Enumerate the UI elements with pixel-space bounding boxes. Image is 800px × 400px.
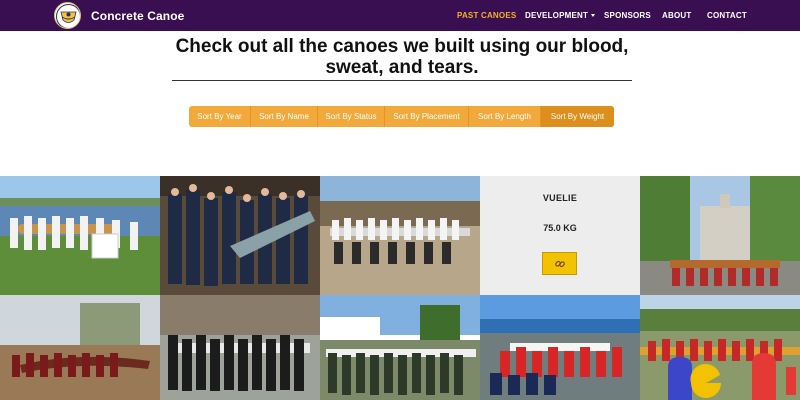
brand-name[interactable]: Concrete Canoe [91, 9, 184, 23]
nav-about[interactable]: ABOUT [662, 11, 691, 20]
canoe-weight: 75.0 KG [543, 223, 577, 233]
canoe-photo-tile[interactable] [160, 295, 320, 400]
nav-sponsors[interactable]: SPONSORS [604, 11, 651, 20]
page-title-line-1: Check out all the canoes we built using … [175, 36, 629, 57]
team-photo-image [0, 295, 160, 400]
team-photo-image [640, 176, 800, 295]
link-icon [555, 260, 565, 268]
sort-by-status-button[interactable]: Sort By Status [318, 106, 385, 127]
nav-contact[interactable]: CONTACT [707, 11, 747, 20]
sort-by-name-button[interactable]: Sort By Name [251, 106, 318, 127]
canoe-photo-tile[interactable] [0, 295, 160, 400]
team-photo-image [320, 176, 480, 295]
team-photo-image [160, 176, 320, 295]
sort-toolbar: Sort By Year Sort By Name Sort By Status… [189, 106, 614, 127]
canoe-link-button[interactable] [542, 252, 577, 275]
team-photo-image [480, 295, 640, 400]
team-photo-image [320, 295, 480, 400]
canoe-photo-tile[interactable] [320, 295, 480, 400]
sort-by-length-button[interactable]: Sort By Length [469, 106, 541, 127]
page-title: Check out all the canoes we built using … [172, 36, 632, 78]
sort-by-placement-button[interactable]: Sort By Placement [385, 106, 469, 127]
team-crest-logo-icon[interactable] [54, 2, 81, 29]
sort-by-weight-button[interactable]: Sort By Weight [541, 106, 614, 127]
top-navbar: Concrete Canoe PAST CANOES DEVELOPMENT S… [0, 0, 800, 31]
canoe-photo-tile[interactable] [160, 176, 320, 295]
nav-past-canoes[interactable]: PAST CANOES [457, 11, 516, 20]
chevron-down-icon [591, 14, 596, 18]
nav-development[interactable]: DEVELOPMENT [525, 11, 596, 20]
canoe-photo-tile[interactable] [0, 176, 160, 295]
team-photo-image [0, 176, 160, 295]
canoe-name: VUELIE [542, 193, 578, 203]
page-title-line-2: sweat, and tears. [325, 57, 479, 78]
canoe-photo-tile[interactable] [480, 295, 640, 400]
canoe-gallery: VUELIE 75.0 KG [0, 176, 800, 400]
nav-development-label: DEVELOPMENT [525, 11, 589, 20]
canoe-photo-tile[interactable] [640, 176, 800, 295]
featured-canoe-card[interactable]: VUELIE 75.0 KG [480, 176, 640, 295]
team-photo-image [160, 295, 320, 400]
canoe-photo-tile[interactable] [320, 176, 480, 295]
sort-by-year-button[interactable]: Sort By Year [189, 106, 251, 127]
canoe-photo-tile[interactable] [640, 295, 800, 400]
title-divider [172, 80, 632, 81]
team-photo-image [640, 295, 800, 400]
